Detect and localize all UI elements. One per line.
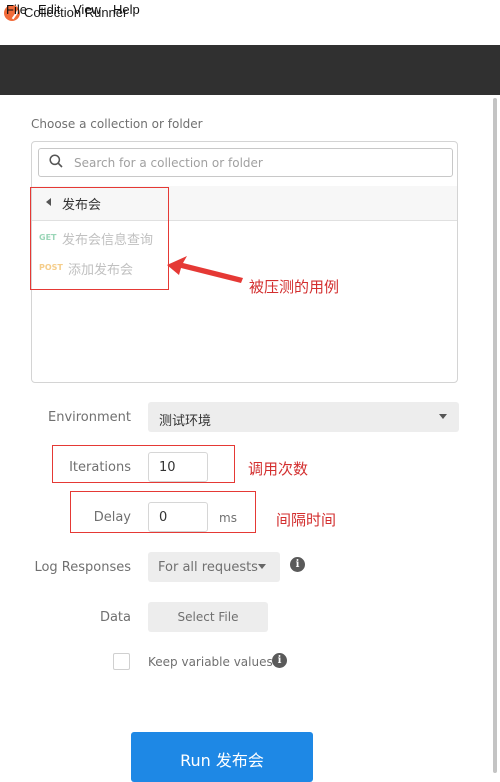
annotation-box-delay [70, 491, 256, 533]
menu-help[interactable]: Help [113, 2, 140, 17]
select-file-label: Select File [177, 610, 239, 624]
choose-collection-label: Choose a collection or folder [31, 117, 203, 131]
caret-down-icon [439, 414, 447, 419]
menu-file[interactable]: File [6, 2, 27, 17]
menu-view[interactable]: View [73, 2, 101, 17]
annotation-iterations-note: 调用次数 [248, 460, 309, 478]
environment-label: Environment [47, 410, 131, 425]
environment-value: 测试环境 [159, 414, 212, 429]
info-icon[interactable]: i [272, 653, 287, 668]
annotation-arrow-icon [167, 256, 243, 283]
scrollbar-thumb[interactable] [493, 98, 497, 773]
log-responses-label: Log Responses [34, 560, 131, 575]
runner-header [0, 45, 500, 95]
annotation-delay-note: 间隔时间 [276, 511, 337, 529]
data-label: Data [99, 610, 131, 625]
caret-down-icon [258, 564, 266, 569]
header-title: Collection Runner [21, 16, 145, 32]
run-button-label: Run 发布会 [180, 751, 264, 770]
annotation-requests-note: 被压测的用例 [249, 278, 340, 296]
search-input[interactable] [74, 154, 434, 172]
log-responses-value: For all requests [158, 560, 258, 575]
menu-edit[interactable]: Edit [38, 2, 60, 17]
keep-variables-label: Keep variable values [148, 655, 273, 669]
annotation-box-iterations [52, 445, 235, 483]
keep-variables-checkbox[interactable] [113, 653, 130, 670]
annotation-box-requests [30, 187, 169, 290]
search-icon [49, 154, 63, 168]
info-icon[interactable]: i [290, 557, 305, 572]
